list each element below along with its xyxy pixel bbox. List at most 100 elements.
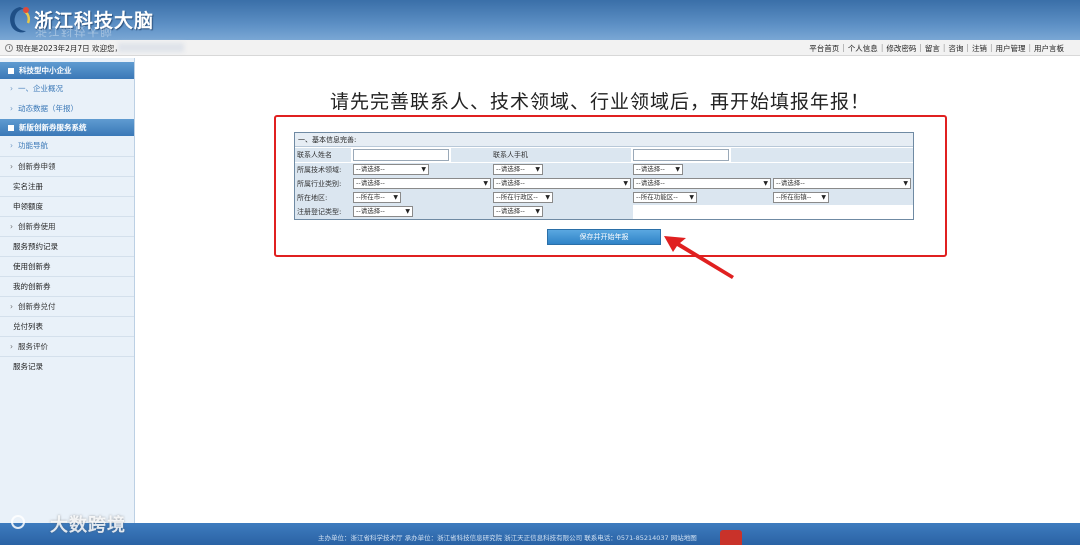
sidebar-group-review[interactable]: › 服务评价 [0, 336, 134, 356]
nav-separator: | [1028, 43, 1031, 52]
sidebar-item-service-record[interactable]: 服务记录 [0, 356, 134, 376]
sidebar-item-my-voucher[interactable]: 我的创新券 [0, 276, 134, 296]
dropdown-arrow-icon: ▼ [421, 166, 426, 173]
notice-message: 请先完善联系人、技术领域、行业领域后，再开始填报年报！ [330, 91, 871, 113]
nav-separator: | [966, 43, 969, 52]
sidebar-group-apply[interactable]: › 创新券申领 [0, 156, 134, 176]
form-row-region: 所在地区: --所在市-- ▼ --所在行政区-- ▼ --所在功能区-- ▼ --所… [295, 191, 913, 205]
select-value: --请选择-- [496, 207, 525, 215]
top-nav: 平台首页 | 个人信息 | 修改密码 | 留言 | 咨询 | 注销 | 用户管理 | 用户言板 [809, 43, 1064, 54]
regtype-select-2[interactable]: --请选择-- ▼ [493, 206, 543, 217]
sidebar-item-function-nav[interactable]: › 功能导航 [0, 136, 134, 156]
tech-field-select-3[interactable]: --请选择-- ▼ [633, 164, 683, 175]
bullet-icon: › [10, 141, 13, 150]
select-value: --所在市-- [356, 193, 385, 201]
nav-logout-link[interactable]: 注销 [972, 43, 987, 54]
site-title-reflection: 浙江科技大脑 [35, 24, 114, 38]
select-value: --所在功能区-- [636, 193, 678, 201]
function-zone-select[interactable]: --所在功能区-- ▼ [633, 192, 697, 203]
district-select[interactable]: --所在行政区-- ▼ [493, 192, 553, 203]
welcome-text: 现在是2023年2月7日 欢迎您， [16, 44, 123, 53]
form-row-contact: 联系人姓名 联系人手机 [295, 148, 913, 162]
region-label: 所在地区: [295, 191, 351, 205]
sidebar-item-real-name[interactable]: 实名注册 [0, 176, 134, 196]
form-title: 一、基本信息完善: [295, 133, 913, 147]
nav-separator: | [989, 43, 993, 52]
form-row-tech: 所属技术领域: --请选择-- ▼ --请选择-- ▼ --请选择-- ▼ [295, 163, 913, 177]
select-value: --请选择-- [636, 165, 665, 173]
sidebar-item-booking[interactable]: 服务预约记录 [0, 236, 134, 256]
form-row-industry: 所属行业类别: --请选择-- ▼ --请选择-- ▼ --请选择-- ▼ --请选择… [295, 177, 913, 191]
sidebar-item-annual-report[interactable]: › 动态数据（年报） [0, 99, 134, 119]
select-value: --请选择-- [356, 179, 385, 187]
bullet-icon: › [10, 162, 13, 171]
nav-user-board-link[interactable]: 用户言板 [1034, 43, 1064, 54]
dropdown-arrow-icon: ▼ [405, 208, 410, 215]
square-icon [8, 125, 14, 131]
tech-field-select-2[interactable]: --请选择-- ▼ [493, 164, 543, 175]
sidebar-item-use-voucher[interactable]: 使用创新券 [0, 256, 134, 276]
tech-field-select-1[interactable]: --请选择-- ▼ [353, 164, 429, 175]
sidebar-group-redeem[interactable]: › 创新券兑付 [0, 296, 134, 316]
nav-password-link[interactable]: 修改密码 [886, 43, 916, 54]
sidebar-section-label: 科技型中小企业 [19, 66, 72, 75]
select-value: --请选择-- [356, 165, 385, 173]
city-select[interactable]: --所在市-- ▼ [353, 192, 401, 203]
select-value: --请选择-- [496, 179, 525, 187]
industry-label: 所属行业类别: [295, 177, 351, 191]
bullet-icon: › [10, 222, 13, 231]
sidebar: 科技型中小企业 › 一、企业概况 › 动态数据（年报） 新版创新券服务系统 › 功能导… [0, 58, 135, 523]
select-value: --请选择-- [356, 207, 385, 215]
nav-separator: | [942, 43, 946, 52]
dropdown-arrow-icon: ▼ [675, 166, 680, 173]
form-row-regtype: 注册登记类型: --请选择-- ▼ --请选择-- ▼ [295, 205, 633, 219]
sidebar-group-label: 创新券兑付 [18, 302, 56, 311]
site-header: 浙江科技大脑 浙江科技大脑 [0, 0, 1080, 40]
sidebar-group-label: 创新券使用 [18, 222, 56, 231]
sidebar-item-label: 功能导航 [18, 141, 48, 150]
watermark-text: 大数跨境 [50, 515, 126, 536]
dropdown-arrow-icon: ▼ [763, 180, 768, 187]
clock-icon [5, 44, 13, 52]
sidebar-group-label: 服务评价 [18, 342, 48, 351]
row-background [731, 148, 913, 162]
sidebar-item-label: 动态数据（年报） [18, 104, 78, 113]
sidebar-item-quota[interactable]: 申领额度 [0, 196, 134, 216]
nav-consult-link[interactable]: 咨询 [948, 43, 963, 54]
nav-message-link[interactable]: 留言 [925, 43, 940, 54]
dropdown-arrow-icon: ▼ [903, 180, 908, 187]
street-select[interactable]: --所在街镇-- ▼ [773, 192, 829, 203]
basic-info-form: 一、基本信息完善: 联系人姓名 联系人手机 所属技术领域: --请选择-- ▼ -… [294, 132, 914, 220]
industry-select-4[interactable]: --请选择-- ▼ [773, 178, 911, 189]
info-bar: 现在是2023年2月7日 欢迎您， 平台首页 | 个人信息 | 修改密码 | 留言 | … [0, 40, 1080, 56]
regtype-select-1[interactable]: --请选择-- ▼ [353, 206, 413, 217]
industry-select-1[interactable]: --请选择-- ▼ [353, 178, 491, 189]
select-value: --请选择-- [776, 179, 805, 187]
bullet-icon: › [10, 104, 13, 113]
watermark-logo-icon [11, 515, 25, 529]
sidebar-section-sme[interactable]: 科技型中小企业 [0, 62, 134, 79]
sidebar-section-voucher[interactable]: 新版创新券服务系统 [0, 119, 134, 136]
regtype-label: 注册登记类型: [295, 205, 351, 219]
contact-phone-label: 联系人手机 [493, 151, 528, 159]
nav-user-manage-link[interactable]: 用户管理 [995, 43, 1025, 54]
dropdown-arrow-icon: ▼ [689, 194, 694, 201]
sidebar-item-company-overview[interactable]: › 一、企业概况 [0, 79, 134, 99]
nav-home-link[interactable]: 平台首页 [809, 43, 839, 54]
save-and-start-report-button[interactable]: 保存并开始年报 [547, 229, 661, 245]
brain-logo-icon [10, 7, 31, 33]
dropdown-arrow-icon: ▼ [821, 194, 826, 201]
contact-name-input[interactable] [353, 149, 449, 161]
contact-phone-input[interactable] [633, 149, 729, 161]
nav-profile-link[interactable]: 个人信息 [848, 43, 878, 54]
dropdown-arrow-icon: ▼ [535, 208, 540, 215]
sidebar-group-label: 创新券申领 [18, 162, 56, 171]
blurred-username [118, 43, 184, 52]
sidebar-item-redeem-list[interactable]: 兑付列表 [0, 316, 134, 336]
bullet-icon: › [10, 302, 13, 311]
industry-select-3[interactable]: --请选择-- ▼ [633, 178, 771, 189]
sidebar-group-use[interactable]: › 创新券使用 [0, 216, 134, 236]
industry-select-2[interactable]: --请选择-- ▼ [493, 178, 631, 189]
site-footer: 主办单位：浙江省科学技术厅 承办单位：浙江省科技信息研究院 浙江天正信息科技有限… [0, 523, 1080, 545]
sidebar-section-label: 新版创新券服务系统 [19, 123, 87, 132]
